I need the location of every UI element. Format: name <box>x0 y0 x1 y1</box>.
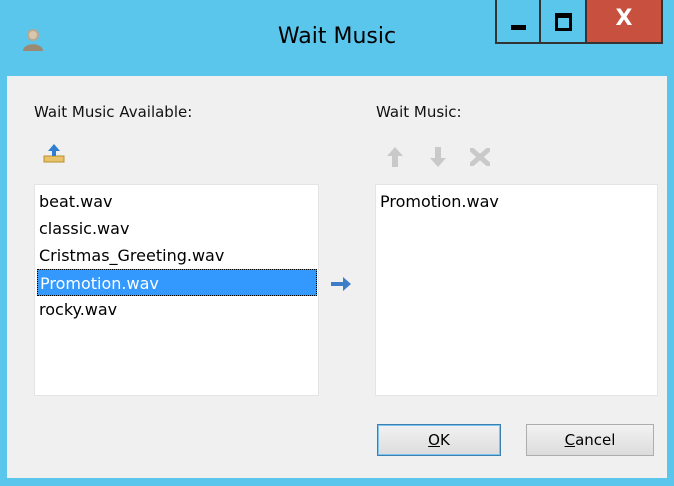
close-button[interactable]: X <box>585 0 663 44</box>
add-arrow-icon[interactable] <box>330 276 352 292</box>
move-down-icon[interactable] <box>429 146 447 168</box>
minimize-button[interactable] <box>495 0 540 44</box>
cancel-button-label: Cancel <box>564 431 616 449</box>
minimize-icon <box>511 25 526 30</box>
maximize-icon <box>555 13 572 31</box>
move-up-icon[interactable] <box>386 146 404 168</box>
wait-music-label: Wait Music: <box>376 103 462 121</box>
ok-button-label: OK <box>428 431 450 449</box>
cancel-button[interactable]: Cancel <box>526 424 654 456</box>
wait-music-window: Wait Music X Wait Music Available: Wait … <box>0 0 674 486</box>
available-music-list[interactable]: beat.wav classic.wav Cristmas_Greeting.w… <box>34 184 319 396</box>
title-bar[interactable]: Wait Music X <box>0 0 674 76</box>
available-label: Wait Music Available: <box>34 103 193 121</box>
dialog-body: Wait Music Available: Wait Music: beat.w… <box>7 76 667 478</box>
list-item[interactable]: Promotion.wav <box>378 188 499 215</box>
list-item[interactable]: rocky.wav <box>37 296 117 323</box>
import-icon[interactable] <box>43 142 65 164</box>
list-item[interactable]: classic.wav <box>37 215 129 242</box>
wait-music-list[interactable]: Promotion.wav <box>375 184 658 396</box>
list-item[interactable]: beat.wav <box>37 188 113 215</box>
ok-button[interactable]: OK <box>377 424 501 456</box>
close-icon: X <box>615 6 633 31</box>
delete-icon[interactable] <box>470 148 490 166</box>
maximize-button[interactable] <box>540 0 585 44</box>
list-item[interactable]: Cristmas_Greeting.wav <box>37 242 224 269</box>
list-item-selected[interactable]: Promotion.wav <box>37 269 317 296</box>
